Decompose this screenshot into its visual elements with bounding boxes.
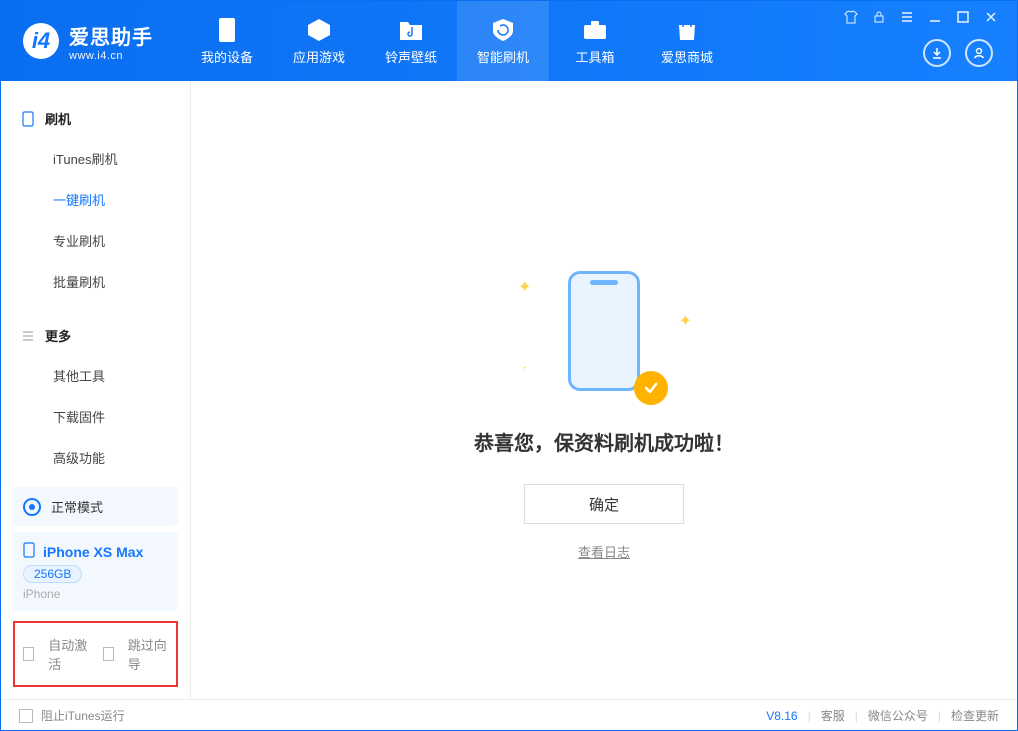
skip-guide-label: 跳过向导	[128, 635, 168, 673]
menu-icon[interactable]	[899, 9, 915, 25]
list-icon	[21, 329, 35, 343]
device-row[interactable]: iPhone XS Max 256GB iPhone	[13, 532, 178, 611]
app-title: 爱思助手	[69, 21, 153, 50]
options-box: 自动激活 跳过向导	[13, 621, 178, 687]
main-content: ✦ ✦ · 恭喜您，保资料刷机成功啦！ 确定 查看日志	[191, 81, 1017, 699]
music-folder-icon	[398, 17, 424, 43]
sidebar-item-pro[interactable]: 专业刷机	[1, 220, 190, 261]
sparkle-icon: ·	[522, 359, 527, 377]
nav-label: 铃声壁纸	[385, 47, 437, 66]
footer: 阻止iTunes运行 V8.16 | 客服 | 微信公众号 | 检查更新	[1, 699, 1017, 731]
nav-label: 爱思商城	[661, 47, 713, 66]
success-text: 恭喜您，保资料刷机成功啦！	[474, 427, 734, 456]
version-label: V8.16	[766, 709, 797, 723]
titlebar: i4 爱思助手 www.i4.cn 我的设备 应用游戏 铃声壁纸 智能刷机 工具…	[1, 1, 1017, 81]
cube-icon	[306, 17, 332, 43]
sidebar-item-othertools[interactable]: 其他工具	[1, 355, 190, 396]
sidebar-item-oneclick[interactable]: 一键刷机	[1, 179, 190, 220]
footer-link-support[interactable]: 客服	[821, 707, 845, 724]
top-nav: 我的设备 应用游戏 铃声壁纸 智能刷机 工具箱 爱思商城	[181, 1, 733, 81]
sidebar-group-more: 更多	[1, 316, 190, 355]
toolbox-icon	[582, 17, 608, 43]
maximize-icon[interactable]	[955, 9, 971, 25]
auto-activate-checkbox[interactable]	[23, 647, 34, 661]
phone-icon	[21, 112, 35, 126]
device-type-label: iPhone	[23, 587, 168, 601]
phone-small-icon	[23, 542, 35, 561]
block-itunes-label: 阻止iTunes运行	[41, 707, 125, 724]
ok-button[interactable]: 确定	[524, 484, 684, 524]
device-name-label: iPhone XS Max	[43, 544, 143, 560]
nav-label: 智能刷机	[477, 47, 529, 66]
window-controls	[843, 1, 1011, 25]
nav-label: 工具箱	[575, 47, 614, 66]
device-icon	[214, 17, 240, 43]
refresh-shield-icon	[490, 17, 516, 43]
nav-toolbox[interactable]: 工具箱	[549, 1, 641, 81]
auto-activate-label: 自动激活	[48, 635, 88, 673]
close-icon[interactable]	[983, 9, 999, 25]
mode-dot-icon	[23, 498, 41, 516]
check-badge-icon	[634, 371, 668, 405]
user-button[interactable]	[965, 39, 993, 67]
group-title-label: 更多	[45, 326, 71, 345]
nav-label: 应用游戏	[293, 47, 345, 66]
skip-guide-checkbox[interactable]	[103, 647, 114, 661]
tshirt-icon[interactable]	[843, 9, 859, 25]
sidebar: 刷机 iTunes刷机 一键刷机 专业刷机 批量刷机 更多 其他工具 下载固件 …	[1, 81, 191, 699]
nav-apps[interactable]: 应用游戏	[273, 1, 365, 81]
nav-store[interactable]: 爱思商城	[641, 1, 733, 81]
bag-icon	[674, 17, 700, 43]
sidebar-group-flash: 刷机	[1, 99, 190, 138]
footer-link-wechat[interactable]: 微信公众号	[868, 707, 928, 724]
sparkle-icon: ✦	[679, 311, 692, 331]
logo-block: i4 爱思助手 www.i4.cn	[1, 1, 181, 81]
lock-icon[interactable]	[871, 9, 887, 25]
phone-graphic-icon	[568, 271, 640, 391]
app-subtitle: www.i4.cn	[69, 50, 153, 62]
download-button[interactable]	[923, 39, 951, 67]
minimize-icon[interactable]	[927, 9, 943, 25]
view-log-link[interactable]: 查看日志	[578, 542, 630, 561]
mode-row[interactable]: 正常模式	[13, 487, 178, 526]
logo-icon: i4	[23, 23, 59, 59]
sidebar-item-firmware[interactable]: 下载固件	[1, 396, 190, 437]
nav-ringtones[interactable]: 铃声壁纸	[365, 1, 457, 81]
sparkle-icon: ✦	[518, 277, 531, 297]
success-illustration: ✦ ✦ ·	[544, 271, 664, 401]
sidebar-item-batch[interactable]: 批量刷机	[1, 261, 190, 302]
nav-label: 我的设备	[201, 47, 253, 66]
device-capacity-badge: 256GB	[23, 565, 82, 583]
group-title-label: 刷机	[45, 109, 71, 128]
sidebar-item-advanced[interactable]: 高级功能	[1, 437, 190, 478]
nav-my-device[interactable]: 我的设备	[181, 1, 273, 81]
sidebar-item-itunes[interactable]: iTunes刷机	[1, 138, 190, 179]
nav-flash[interactable]: 智能刷机	[457, 1, 549, 81]
footer-link-update[interactable]: 检查更新	[951, 707, 999, 724]
mode-label: 正常模式	[51, 497, 103, 516]
block-itunes-checkbox[interactable]	[19, 709, 33, 723]
